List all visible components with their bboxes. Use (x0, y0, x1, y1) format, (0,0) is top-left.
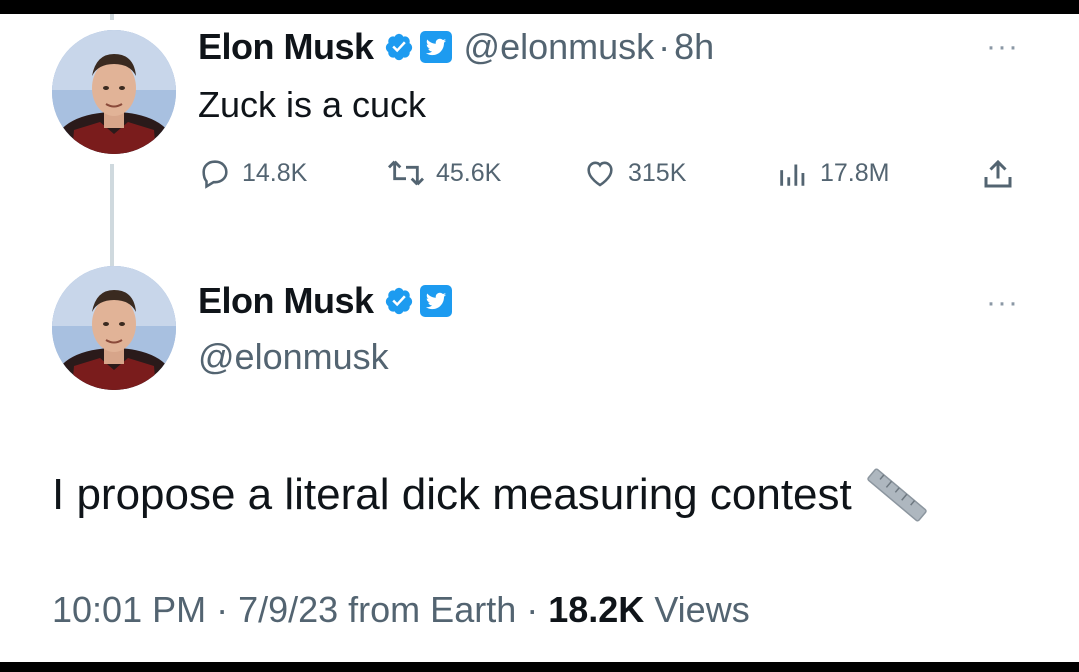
verified-badge-icon (385, 287, 412, 315)
more-horizontal-icon[interactable]: ··· (986, 32, 1019, 62)
reply-icon (202, 160, 228, 189)
like-count: 315K (628, 158, 687, 187)
tweet-thread-screenshot: Elon Musk @elonmusk · 8h ··· Zuck is a c… (0, 14, 1079, 662)
avatar-image (52, 30, 176, 154)
tweet-timestamp[interactable]: 8h (674, 26, 714, 68)
separator-dot: · (658, 26, 671, 67)
views-chart-icon (780, 164, 805, 186)
retweet-button[interactable]: 45.6K (386, 156, 501, 190)
like-button[interactable]: 315K (582, 156, 686, 190)
retweet-count: 45.6K (436, 158, 502, 187)
views-label: Views (654, 589, 750, 630)
display-name[interactable]: Elon Musk (198, 280, 374, 322)
tweet-text: Zuck is a cuck (198, 84, 427, 125)
twitter-blue-icon (419, 31, 452, 63)
share-button[interactable] (980, 156, 1026, 192)
views-button[interactable]: 17.8M (776, 156, 889, 190)
tweet-datetime[interactable]: 10:01 PM · 7/9/23 from Earth · (52, 589, 548, 630)
share-icon (984, 159, 1012, 188)
reply-button[interactable]: 14.8K (198, 156, 307, 190)
tweet1-header: Elon Musk @elonmusk · 8h (198, 26, 714, 68)
avatar-image (52, 266, 176, 390)
ruler-icon (867, 468, 927, 522)
views-count: 17.8M (820, 158, 890, 187)
retweet-icon (387, 160, 425, 186)
tweet-text-content: I propose a literal dick measuring conte… (52, 470, 852, 519)
handle[interactable]: @elonmusk (198, 336, 389, 378)
twitter-blue-icon (419, 285, 452, 317)
tweet-actions-bar: 14.8K 45.6K 315K 17.8M (198, 156, 1038, 200)
avatar[interactable] (52, 30, 176, 154)
verified-badge-icon (385, 33, 412, 61)
views-count: 18.2K (548, 589, 645, 630)
tweet-meta: 10:01 PM · 7/9/23 from Earth · 18.2K Vie… (52, 589, 750, 631)
heart-icon (587, 161, 613, 187)
tweet2-header: Elon Musk (198, 280, 452, 322)
thread-connector-top (110, 14, 114, 20)
thread-connector (110, 164, 114, 268)
handle[interactable]: @elonmusk (464, 26, 655, 68)
more-horizontal-icon[interactable]: ··· (986, 288, 1019, 318)
reply-count: 14.8K (242, 158, 308, 187)
tweet-text: I propose a literal dick measuring conte… (52, 464, 928, 526)
avatar[interactable] (52, 266, 176, 390)
display-name[interactable]: Elon Musk (198, 26, 374, 68)
